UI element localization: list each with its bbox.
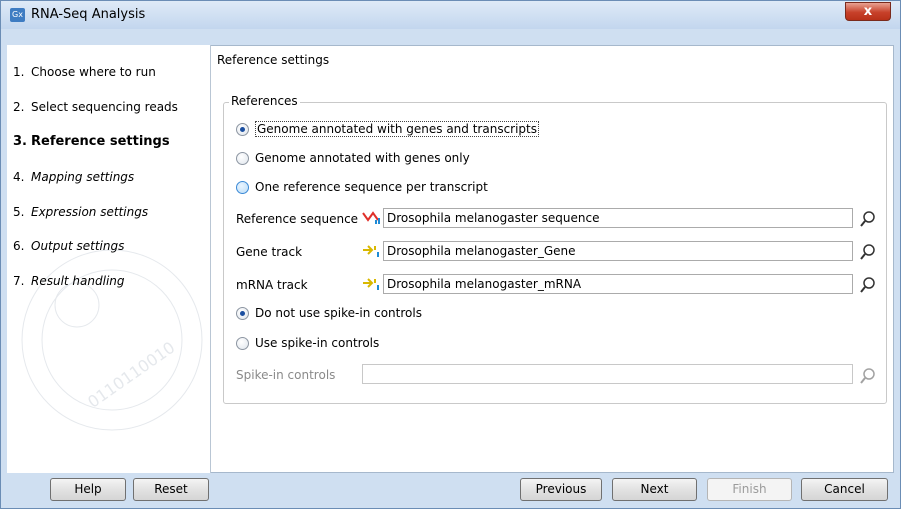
gene-track-label: Gene track [236, 245, 303, 259]
radio-button[interactable] [236, 336, 249, 350]
step-select-sequencing-reads: 2. Select sequencing reads [13, 100, 178, 114]
svg-text:0110110010: 0110110010 [84, 338, 178, 412]
step-choose-where-to-run: 1. Choose where to run [13, 65, 156, 79]
radio-use-spike-in[interactable]: Use spike-in controls [236, 336, 379, 350]
help-button[interactable]: Help [50, 478, 126, 501]
annotation-track-icon [363, 245, 379, 257]
finish-button: Finish [707, 478, 792, 501]
radio-no-spike-in[interactable]: Do not use spike-in controls [236, 306, 422, 320]
browse-search-icon[interactable] [858, 242, 878, 262]
annotation-track-icon [363, 278, 379, 290]
browse-search-icon [860, 368, 875, 384]
sequence-track-icon [362, 211, 380, 224]
mrna-track-label: mRNA track [236, 278, 308, 292]
radio-one-reference-per-transcript[interactable]: One reference sequence per transcript [236, 180, 488, 194]
step-reference-settings: 3. Reference settings [13, 134, 170, 149]
page-title: Reference settings [217, 53, 330, 67]
step-output-settings: 6. Output settings [13, 239, 125, 253]
watermark-logo-icon: 0110110010 [21, 249, 203, 431]
mrna-track-field[interactable]: Drosophila melanogaster_mRNA [383, 274, 853, 294]
radio-label: Genome annotated with genes only [255, 151, 470, 165]
close-button[interactable]: x [845, 2, 891, 21]
spike-in-controls-label: Spike-in controls [236, 368, 336, 382]
step-mapping-settings: 4. Mapping settings [13, 170, 135, 184]
step-result-handling: 7. Result handling [13, 274, 125, 288]
reference-sequence-label: Reference sequence [236, 212, 359, 226]
browse-search-icon[interactable] [858, 209, 878, 229]
step-expression-settings: 5. Expression settings [13, 205, 149, 219]
radio-genome-genes-transcripts[interactable]: Genome annotated with genes and transcri… [236, 121, 540, 137]
app-icon: Gx [10, 8, 25, 22]
next-button[interactable]: Next [612, 478, 697, 501]
browse-search-icon[interactable] [858, 275, 878, 295]
reference-sequence-field[interactable]: Drosophila melanogaster sequence [383, 208, 853, 228]
cancel-button[interactable]: Cancel [801, 478, 888, 501]
window-title: RNA-Seq Analysis [31, 7, 146, 22]
references-group-legend: References [229, 94, 300, 108]
previous-button[interactable]: Previous [520, 478, 602, 501]
title-bar[interactable]: Gx RNA-Seq Analysis x [1, 1, 900, 29]
radio-genome-genes-only[interactable]: Genome annotated with genes only [236, 151, 470, 165]
spike-in-controls-field [362, 364, 853, 384]
radio-button-selected[interactable] [236, 306, 249, 320]
radio-label: Use spike-in controls [255, 336, 380, 350]
radio-button[interactable] [236, 151, 249, 165]
wizard-steps-panel: 0110110010 1. Choose where to run 2. Selec… [7, 45, 211, 473]
radio-button-selected[interactable] [236, 122, 249, 136]
gene-track-field[interactable]: Drosophila melanogaster_Gene [383, 241, 853, 261]
radio-label: Genome annotated with genes and transcri… [255, 121, 540, 137]
radio-label: One reference sequence per transcript [255, 180, 488, 194]
radio-button-hover[interactable] [236, 180, 249, 194]
radio-label: Do not use spike-in controls [255, 306, 422, 320]
reset-button[interactable]: Reset [133, 478, 209, 501]
